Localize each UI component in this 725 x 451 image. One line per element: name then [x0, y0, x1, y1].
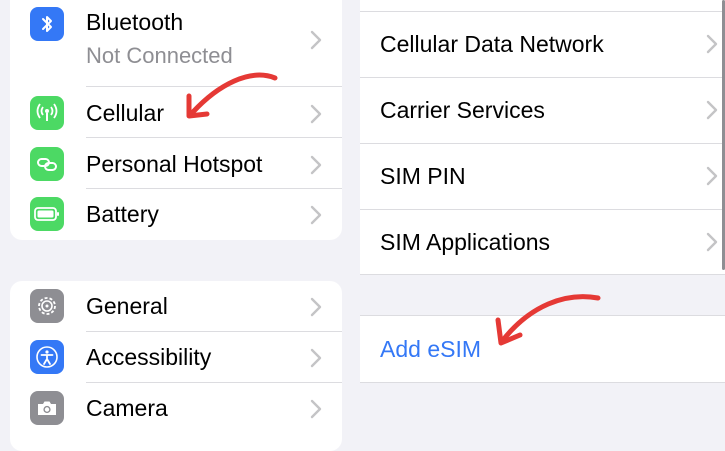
settings-row-label: Battery — [86, 201, 159, 227]
cellular-settings-panel: Cellular Data Network Carrier Services S… — [350, 0, 725, 427]
gear-icon — [30, 289, 64, 323]
chevron-right-icon — [310, 348, 322, 368]
settings-row-camera[interactable]: Camera — [10, 383, 342, 433]
settings-row-accessibility[interactable]: Accessibility — [10, 332, 342, 382]
general-settings-group: General Accessibility Camera — [10, 281, 342, 451]
camera-icon — [30, 391, 64, 425]
settings-row-label: Accessibility — [86, 344, 212, 370]
chevron-right-icon — [310, 297, 322, 317]
settings-row-label: General — [86, 293, 168, 319]
chevron-right-icon — [310, 205, 322, 225]
chevron-right-icon — [310, 399, 322, 419]
annotation-arrow-icon — [495, 294, 601, 346]
accessibility-icon — [30, 340, 64, 374]
settings-list-panel: Bluetooth Not Connected Cellular Persona… — [0, 0, 350, 451]
annotation-arrow-icon — [186, 72, 278, 119]
settings-row-general[interactable]: General — [10, 281, 342, 331]
battery-icon — [30, 197, 64, 231]
settings-row-label: Camera — [86, 395, 168, 421]
